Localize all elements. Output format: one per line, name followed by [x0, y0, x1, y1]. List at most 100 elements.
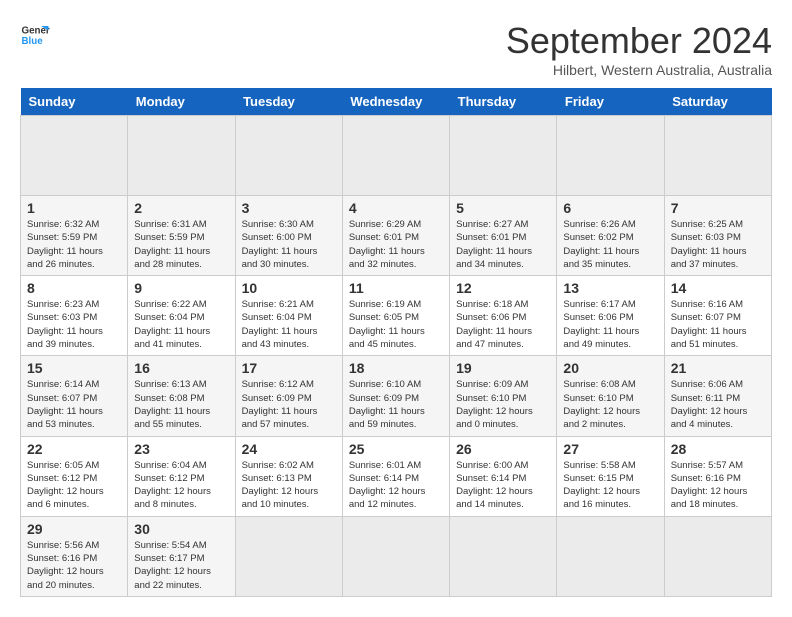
day-info: Sunrise: 5:54 AM Sunset: 6:17 PM Dayligh…	[134, 539, 228, 592]
calendar-cell	[450, 516, 557, 596]
day-number: 4	[349, 200, 443, 216]
day-number: 10	[242, 280, 336, 296]
day-number: 5	[456, 200, 550, 216]
day-info: Sunrise: 6:16 AM Sunset: 6:07 PM Dayligh…	[671, 298, 765, 351]
day-info: Sunrise: 6:22 AM Sunset: 6:04 PM Dayligh…	[134, 298, 228, 351]
day-info: Sunrise: 5:56 AM Sunset: 6:16 PM Dayligh…	[27, 539, 121, 592]
calendar-cell: 1 Sunrise: 6:32 AM Sunset: 5:59 PM Daylig…	[21, 196, 128, 276]
calendar-cell	[342, 116, 449, 196]
calendar-cell: 2 Sunrise: 6:31 AM Sunset: 5:59 PM Daylig…	[128, 196, 235, 276]
calendar-cell	[664, 116, 771, 196]
day-number: 7	[671, 200, 765, 216]
day-info: Sunrise: 6:02 AM Sunset: 6:13 PM Dayligh…	[242, 459, 336, 512]
day-number: 15	[27, 360, 121, 376]
calendar-cell: 20 Sunrise: 6:08 AM Sunset: 6:10 PM Dayli…	[557, 356, 664, 436]
day-header-friday: Friday	[557, 88, 664, 116]
day-info: Sunrise: 5:58 AM Sunset: 6:15 PM Dayligh…	[563, 459, 657, 512]
day-number: 2	[134, 200, 228, 216]
day-number: 23	[134, 441, 228, 457]
day-info: Sunrise: 6:23 AM Sunset: 6:03 PM Dayligh…	[27, 298, 121, 351]
calendar-cell	[557, 516, 664, 596]
calendar-cell	[450, 116, 557, 196]
day-info: Sunrise: 6:21 AM Sunset: 6:04 PM Dayligh…	[242, 298, 336, 351]
day-info: Sunrise: 6:04 AM Sunset: 6:12 PM Dayligh…	[134, 459, 228, 512]
day-info: Sunrise: 6:30 AM Sunset: 6:00 PM Dayligh…	[242, 218, 336, 271]
calendar-cell	[21, 116, 128, 196]
day-info: Sunrise: 6:10 AM Sunset: 6:09 PM Dayligh…	[349, 378, 443, 431]
page-header: General Blue September 2024 Hilbert, Wes…	[20, 20, 772, 78]
day-header-tuesday: Tuesday	[235, 88, 342, 116]
calendar-cell: 19 Sunrise: 6:09 AM Sunset: 6:10 PM Dayli…	[450, 356, 557, 436]
logo: General Blue	[20, 20, 50, 50]
calendar-cell: 28 Sunrise: 5:57 AM Sunset: 6:16 PM Dayli…	[664, 436, 771, 516]
day-number: 19	[456, 360, 550, 376]
calendar-cell: 16 Sunrise: 6:13 AM Sunset: 6:08 PM Dayli…	[128, 356, 235, 436]
day-number: 13	[563, 280, 657, 296]
day-info: Sunrise: 6:19 AM Sunset: 6:05 PM Dayligh…	[349, 298, 443, 351]
calendar-cell: 22 Sunrise: 6:05 AM Sunset: 6:12 PM Dayli…	[21, 436, 128, 516]
calendar-cell	[235, 116, 342, 196]
day-number: 28	[671, 441, 765, 457]
calendar-cell: 15Sunrise: 6:14 AM Sunset: 6:07 PM Dayli…	[21, 356, 128, 436]
calendar-body: 1 Sunrise: 6:32 AM Sunset: 5:59 PM Daylig…	[21, 116, 772, 597]
day-info: Sunrise: 6:12 AM Sunset: 6:09 PM Dayligh…	[242, 378, 336, 431]
day-info: Sunrise: 6:31 AM Sunset: 5:59 PM Dayligh…	[134, 218, 228, 271]
day-info: Sunrise: 6:06 AM Sunset: 6:11 PM Dayligh…	[671, 378, 765, 431]
day-number: 22	[27, 441, 121, 457]
day-number: 17	[242, 360, 336, 376]
svg-text:Blue: Blue	[22, 36, 44, 47]
day-header-saturday: Saturday	[664, 88, 771, 116]
calendar-cell: 26Sunrise: 6:00 AM Sunset: 6:14 PM Dayli…	[450, 436, 557, 516]
day-info: Sunrise: 6:32 AM Sunset: 5:59 PM Dayligh…	[27, 218, 121, 271]
day-header-thursday: Thursday	[450, 88, 557, 116]
day-info: Sunrise: 5:57 AM Sunset: 6:16 PM Dayligh…	[671, 459, 765, 512]
day-number: 18	[349, 360, 443, 376]
day-header-monday: Monday	[128, 88, 235, 116]
day-number: 11	[349, 280, 443, 296]
day-info: Sunrise: 6:29 AM Sunset: 6:01 PM Dayligh…	[349, 218, 443, 271]
calendar-cell: 14Sunrise: 6:16 AM Sunset: 6:07 PM Dayli…	[664, 276, 771, 356]
day-info: Sunrise: 6:13 AM Sunset: 6:08 PM Dayligh…	[134, 378, 228, 431]
day-number: 1	[27, 200, 121, 216]
day-info: Sunrise: 6:26 AM Sunset: 6:02 PM Dayligh…	[563, 218, 657, 271]
subtitle: Hilbert, Western Australia, Australia	[506, 62, 772, 78]
day-number: 20	[563, 360, 657, 376]
calendar-cell: 27 Sunrise: 5:58 AM Sunset: 6:15 PM Dayli…	[557, 436, 664, 516]
day-number: 25	[349, 441, 443, 457]
calendar-cell: 30 Sunrise: 5:54 AM Sunset: 6:17 PM Dayli…	[128, 516, 235, 596]
calendar-cell: 25 Sunrise: 6:01 AM Sunset: 6:14 PM Dayli…	[342, 436, 449, 516]
month-title: September 2024	[506, 20, 772, 62]
calendar-week-row: 8 Sunrise: 6:23 AM Sunset: 6:03 PM Daylig…	[21, 276, 772, 356]
day-number: 16	[134, 360, 228, 376]
day-number: 21	[671, 360, 765, 376]
day-number: 27	[563, 441, 657, 457]
day-info: Sunrise: 6:25 AM Sunset: 6:03 PM Dayligh…	[671, 218, 765, 271]
day-info: Sunrise: 6:08 AM Sunset: 6:10 PM Dayligh…	[563, 378, 657, 431]
calendar-cell: 3 Sunrise: 6:30 AM Sunset: 6:00 PM Daylig…	[235, 196, 342, 276]
day-info: Sunrise: 6:18 AM Sunset: 6:06 PM Dayligh…	[456, 298, 550, 351]
calendar-cell: 6Sunrise: 6:26 AM Sunset: 6:02 PM Daylig…	[557, 196, 664, 276]
title-block: September 2024 Hilbert, Western Australi…	[506, 20, 772, 78]
logo-icon: General Blue	[20, 20, 50, 50]
day-number: 8	[27, 280, 121, 296]
day-number: 3	[242, 200, 336, 216]
day-info: Sunrise: 6:00 AM Sunset: 6:14 PM Dayligh…	[456, 459, 550, 512]
calendar-cell	[342, 516, 449, 596]
day-number: 9	[134, 280, 228, 296]
day-info: Sunrise: 6:17 AM Sunset: 6:06 PM Dayligh…	[563, 298, 657, 351]
calendar-cell	[557, 116, 664, 196]
day-number: 24	[242, 441, 336, 457]
day-info: Sunrise: 6:27 AM Sunset: 6:01 PM Dayligh…	[456, 218, 550, 271]
day-info: Sunrise: 6:05 AM Sunset: 6:12 PM Dayligh…	[27, 459, 121, 512]
day-info: Sunrise: 6:01 AM Sunset: 6:14 PM Dayligh…	[349, 459, 443, 512]
calendar-cell: 21 Sunrise: 6:06 AM Sunset: 6:11 PM Dayli…	[664, 356, 771, 436]
calendar-week-row: 22 Sunrise: 6:05 AM Sunset: 6:12 PM Dayli…	[21, 436, 772, 516]
calendar-cell: 4 Sunrise: 6:29 AM Sunset: 6:01 PM Daylig…	[342, 196, 449, 276]
day-info: Sunrise: 6:09 AM Sunset: 6:10 PM Dayligh…	[456, 378, 550, 431]
day-number: 12	[456, 280, 550, 296]
calendar-header-row: SundayMondayTuesdayWednesdayThursdayFrid…	[21, 88, 772, 116]
day-header-wednesday: Wednesday	[342, 88, 449, 116]
day-number: 30	[134, 521, 228, 537]
calendar-cell: 5 Sunrise: 6:27 AM Sunset: 6:01 PM Daylig…	[450, 196, 557, 276]
calendar-week-row: 1 Sunrise: 6:32 AM Sunset: 5:59 PM Daylig…	[21, 196, 772, 276]
